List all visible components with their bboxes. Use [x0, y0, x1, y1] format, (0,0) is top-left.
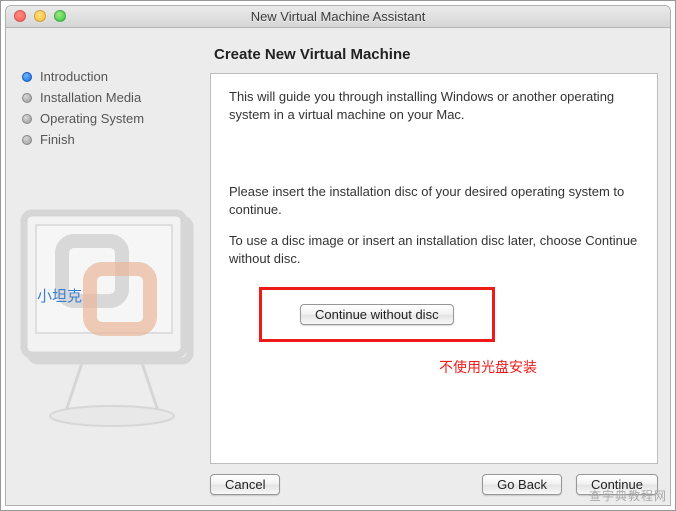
- step-label: Introduction: [40, 69, 108, 84]
- step-operating-system: Operating System: [18, 108, 202, 129]
- insert-disc-text: Please insert the installation disc of y…: [229, 183, 639, 218]
- disc-image-text: To use a disc image or insert an install…: [229, 232, 639, 267]
- cancel-button[interactable]: Cancel: [210, 474, 280, 495]
- window-title: New Virtual Machine Assistant: [6, 9, 670, 24]
- watermark-author: 小坦克: [37, 285, 82, 306]
- steps-sidebar: Introduction Installation Media Operatin…: [18, 46, 202, 495]
- step-bullet-icon: [22, 72, 32, 82]
- annotation-text: 不使用光盘安装: [439, 358, 639, 377]
- content-box: This will guide you through installing W…: [210, 73, 658, 464]
- watermark-site: 查字典教程网: [589, 487, 667, 504]
- step-bullet-icon: [22, 114, 32, 124]
- go-back-button[interactable]: Go Back: [482, 474, 562, 495]
- step-finish: Finish: [18, 129, 202, 150]
- zoom-icon[interactable]: [54, 10, 66, 22]
- step-label: Installation Media: [40, 90, 141, 105]
- close-icon[interactable]: [14, 10, 26, 22]
- monitor-illustration: [12, 201, 212, 451]
- step-bullet-icon: [22, 93, 32, 103]
- annotation-frame: Continue without disc: [259, 287, 495, 342]
- continue-without-disc-button[interactable]: Continue without disc: [300, 304, 454, 325]
- step-introduction: Introduction: [18, 66, 202, 87]
- page-title: Create New Virtual Machine: [214, 46, 658, 63]
- minimize-icon[interactable]: [34, 10, 46, 22]
- intro-text: This will guide you through installing W…: [229, 88, 639, 123]
- step-bullet-icon: [22, 135, 32, 145]
- assistant-window: New Virtual Machine Assistant Introducti…: [5, 5, 671, 506]
- step-label: Finish: [40, 132, 75, 147]
- step-installation-media: Installation Media: [18, 87, 202, 108]
- titlebar: New Virtual Machine Assistant: [6, 6, 670, 28]
- step-label: Operating System: [40, 111, 144, 126]
